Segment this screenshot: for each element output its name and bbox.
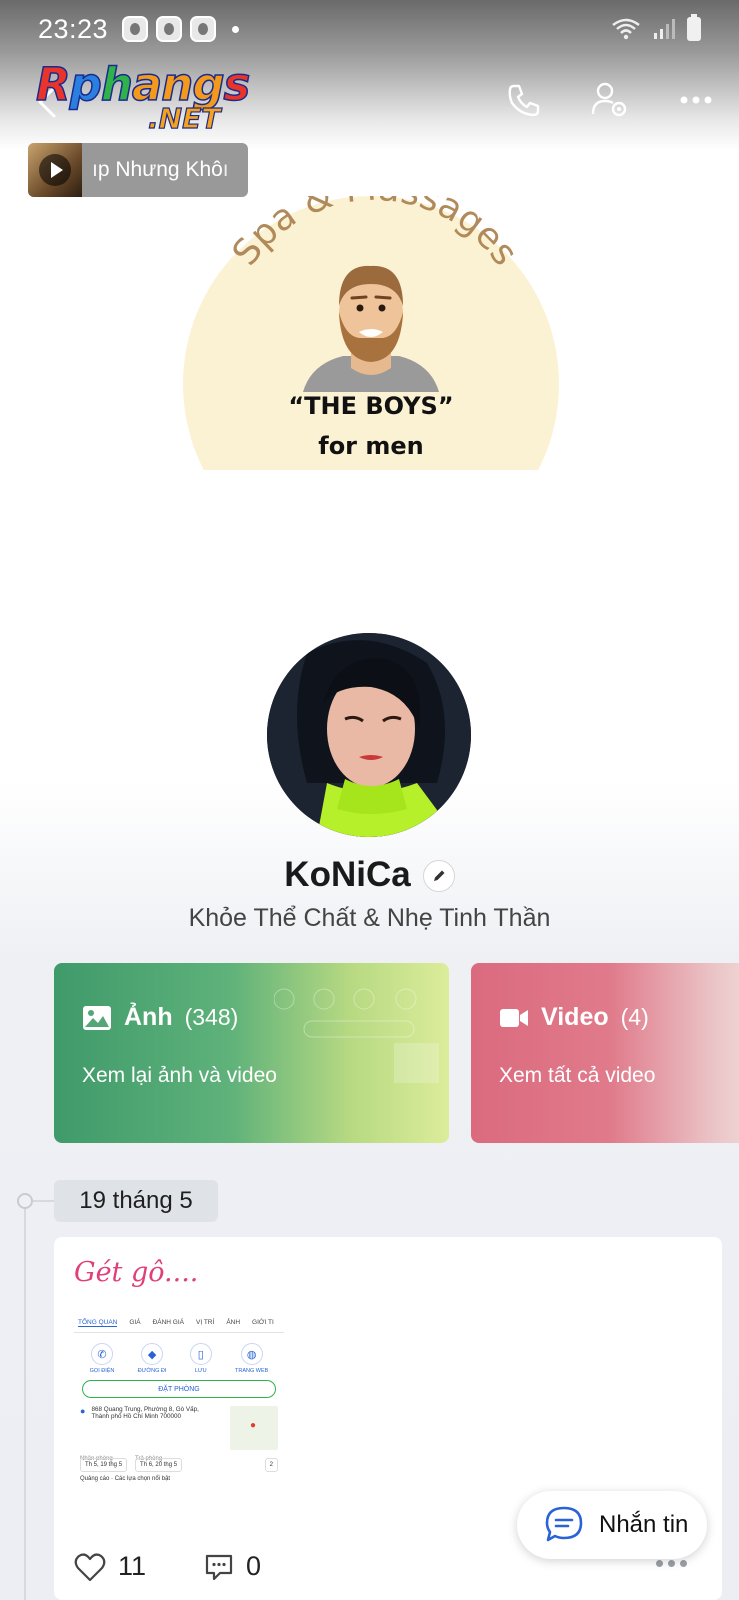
play-icon[interactable] [39,154,71,186]
chat-bubble-icon [545,1506,583,1542]
profile-settings-button[interactable] [588,78,632,122]
status-indicators [611,14,701,41]
notification-app-icon [122,16,149,42]
post-image-address: ● 868 Quang Trung, Phường 8, Gò Vấp, Thà… [74,1398,284,1450]
pencil-icon [433,870,445,881]
timeline-line [24,1200,26,1600]
heart-icon [74,1552,106,1581]
status-time: 23:23 [38,13,109,44]
battery-icon [687,14,701,41]
photos-subtitle: Xem lại ảnh và video [82,1064,277,1087]
music-album-art [28,143,82,197]
post-image-tabs: TỔNG QUAN GIÁ ĐÁNH GIÁ VỊ TRÍ ẢNH GIỚI T… [74,1315,284,1333]
watermark-logo: Rphangs .NET [35,57,262,138]
message-button[interactable]: Nhắn tin [517,1491,707,1559]
cover-photo[interactable]: Spa & Massages “THE BOYS” for men [183,196,559,470]
svg-text:Spa & Massages: Spa & Massages [225,196,526,273]
post-caption: Gét gô.... [74,1257,199,1288]
post-image-book: ĐẶT PHÒNG [82,1380,276,1398]
image-icon [83,1005,111,1030]
more-options-button[interactable] [674,78,718,122]
photos-card-preview [274,988,439,1083]
more-notifications-dot [232,25,240,33]
comment-button[interactable]: 0 [204,1551,261,1582]
video-camera-icon [500,1008,528,1027]
like-count: 11 [118,1551,147,1581]
call-button[interactable] [502,78,546,122]
timeline-connector [33,1200,55,1202]
profile-music-player[interactable]: ıp Nhưng Khôı [28,143,248,197]
message-label: Nhắn tin [599,1511,689,1538]
avatar-photo [267,633,471,837]
music-title: ıp Nhưng Khôı [92,158,229,181]
cover-arc-text: Spa & Massages [225,196,526,273]
more-icon [680,96,712,104]
phone-icon [508,84,540,117]
user-settings-icon [591,82,627,117]
cover-subline: for men [318,432,424,460]
wifi-icon [612,18,640,40]
comment-icon [205,1554,233,1580]
avatar[interactable] [267,633,471,837]
notification-icons [122,16,240,42]
post-image-dates: Nhận phòng Th 5, 19 thg 5 Trả phòng Th 6, … [74,1450,284,1472]
like-button[interactable]: 11 [74,1551,146,1582]
photos-title: Ảnh [124,1003,173,1031]
post-image[interactable]: TỔNG QUAN GIÁ ĐÁNH GIÁ VỊ TRÍ ẢNH GIỚI T… [74,1315,284,1495]
videos-count: (4) [620,1004,649,1030]
signal-icon [654,19,675,39]
photos-card-header: Ảnh (348) [82,1003,238,1032]
notification-app-icon [156,16,183,42]
profile-bio: Khỏe Thể Chất & Nhẹ Tinh Thần [188,904,551,932]
videos-card[interactable]: Video (4) Xem tất cả video [471,963,739,1143]
videos-title: Video [541,1003,609,1031]
videos-subtitle: Xem tất cả video [499,1064,656,1087]
notification-app-icon [190,16,217,42]
photos-card[interactable]: Ảnh (348) Xem lại ảnh và video [54,963,449,1143]
profile-name-row: KoNiCa [0,855,739,895]
status-bar: 23:23 [0,0,739,58]
videos-card-header: Video (4) [499,1003,649,1032]
edit-name-button[interactable] [422,860,455,892]
profile-name: KoNiCa [284,855,411,894]
timeline-dot [17,1193,33,1209]
cover-headline: “THE BOYS” [288,392,454,420]
post-image-actions: ✆ GỌI ĐIỆN ◆ ĐƯỜNG ĐI ▯ LƯU ◍ TRANG WEB [74,1333,284,1374]
cover-artwork: Spa & Massages [225,196,526,392]
timeline-date: 19 tháng 5 [54,1180,218,1222]
watermark-subtext: .NET [147,101,221,135]
comment-count: 0 [246,1551,262,1581]
photos-count: (348) [184,1004,239,1030]
